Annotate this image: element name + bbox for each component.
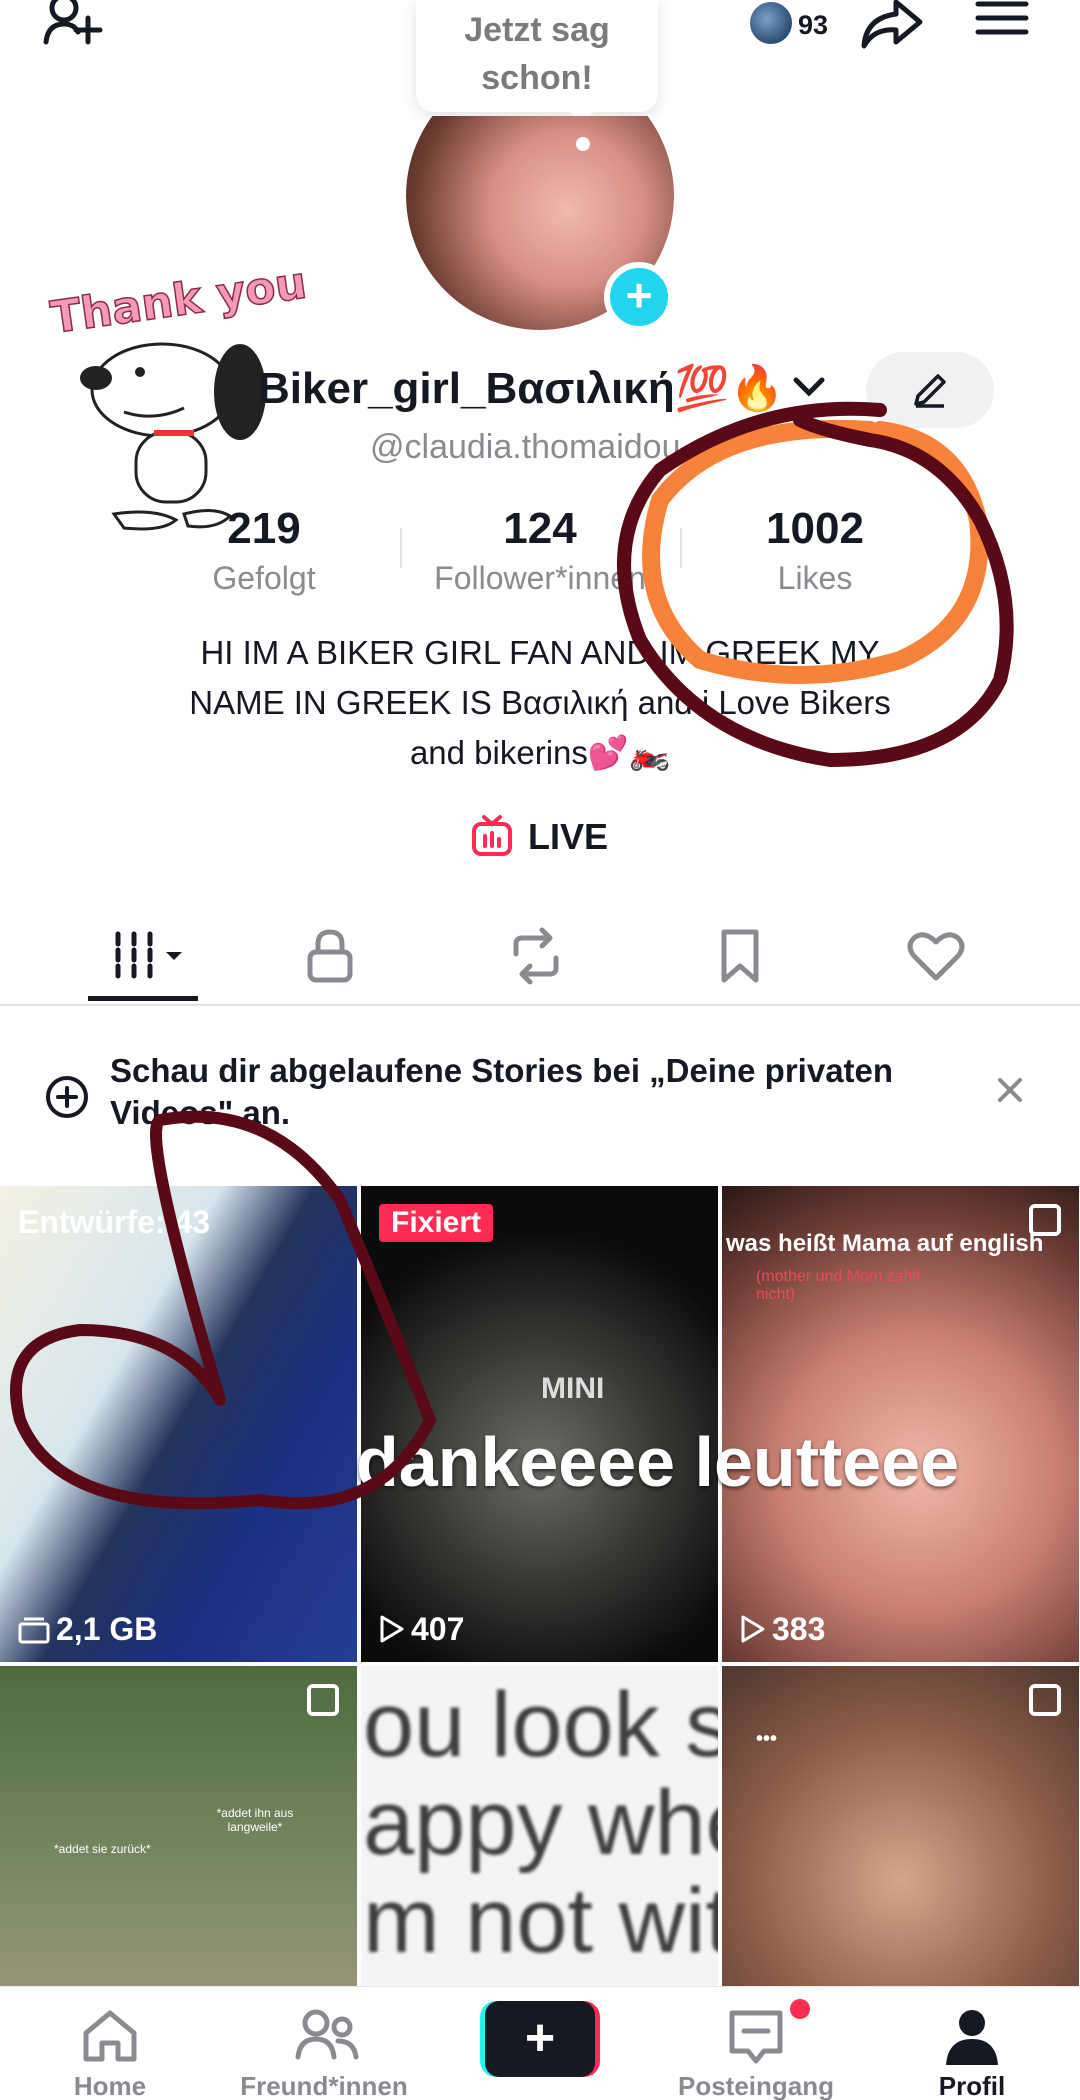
account-switch-chevron-icon[interactable] — [792, 376, 826, 403]
text-line: ou look s — [363, 1674, 718, 1776]
profile-bio: HI IM A BIKER GIRL FAN AND IM GREEK MY N… — [100, 628, 980, 778]
plus-icon: + — [485, 2001, 595, 2077]
tab-liked[interactable] — [906, 926, 986, 996]
nav-friends-label: Freund*innen — [240, 2071, 408, 2100]
profile-icon — [946, 2010, 998, 2065]
more-dots: ••• — [756, 1728, 778, 1750]
view-count: 383 — [740, 1611, 825, 1648]
home-icon — [83, 2010, 137, 2062]
view-count: 407 — [379, 1611, 464, 1648]
edit-profile-button[interactable] — [866, 352, 994, 428]
nav-home-label: Home — [73, 2071, 147, 2100]
pencil-icon — [914, 374, 946, 408]
handwritten-overlay-text: dankeeee leutteee — [356, 1423, 960, 1501]
tooltip-pointer-dot — [576, 137, 590, 151]
drafts-size-value: 2,1 GB — [56, 1611, 158, 1647]
friends-icon — [295, 2009, 359, 2060]
view-count-value: 383 — [772, 1611, 826, 1647]
stat-followers-label: Follower*innen — [434, 560, 646, 596]
close-notice-icon[interactable] — [996, 1076, 1024, 1104]
stat-following-label: Gefolgt — [212, 560, 316, 596]
stat-divider — [680, 528, 682, 568]
live-tv-icon — [472, 815, 512, 856]
video-caption: was heißt Mama auf english — [726, 1230, 1044, 1257]
stat-following-value: 219 — [227, 504, 301, 553]
multi-image-icon — [1029, 1204, 1061, 1236]
stat-following[interactable]: 219 Gefolgt — [154, 500, 374, 598]
nav-inbox[interactable]: Posteingang — [646, 1987, 866, 2100]
inbox-icon — [729, 2010, 783, 2064]
tab-private[interactable] — [300, 926, 380, 996]
videos-grid-icon — [115, 931, 182, 981]
bottom-navigation: Home Freund*innen + Posteingang Profil — [0, 1986, 1080, 2100]
repost-icon — [513, 927, 559, 985]
active-tab-indicator — [88, 996, 198, 1001]
tooltip-bubble: Jetzt sag schon! — [416, 0, 658, 112]
stat-followers[interactable]: 124 Follower*innen — [430, 500, 650, 598]
sticker-text: Thank you — [48, 262, 310, 344]
nav-profile-label: Profil — [938, 2071, 1006, 2100]
share-icon[interactable] — [858, 0, 924, 55]
mini-avatar[interactable] — [748, 0, 794, 46]
stat-likes-label: Likes — [777, 560, 853, 596]
add-user-icon[interactable] — [42, 0, 108, 55]
tab-reposts[interactable] — [506, 926, 586, 996]
add-story-plus-icon[interactable]: + — [604, 262, 674, 332]
nav-friends[interactable]: Freund*innen — [214, 1987, 434, 2100]
photo-tag-right: *addet ihn aus langweile* — [216, 1806, 294, 1834]
bio-line: and bikerins💕🏍️ — [409, 734, 671, 771]
lock-icon — [307, 929, 353, 983]
story-archive-icon — [46, 1076, 88, 1118]
text-line: m not wit — [363, 1870, 718, 1972]
nav-profile[interactable]: Profil — [862, 1987, 1080, 2100]
tab-videos[interactable] — [110, 926, 190, 996]
username-handle[interactable]: @claudia.thomaidou — [370, 428, 680, 467]
multi-image-icon — [307, 1684, 339, 1716]
stat-followers-value: 124 — [503, 504, 577, 553]
profile-name-row: Biker_girl_Βασιλική💯🔥 — [0, 352, 1080, 428]
pinned-badge: Fixiert — [379, 1204, 494, 1242]
mini-avatar-count: 93 — [798, 10, 829, 40]
stories-notice-text: Schau dir abgelaufene Stories bei „Deine… — [110, 1052, 894, 1131]
drafts-caption: Entwürfe: 43 — [18, 1204, 211, 1240]
play-icon — [380, 1615, 404, 1643]
drafts-tile[interactable]: Entwürfe: 43 2,1 GB — [0, 1186, 357, 1662]
heart-icon — [907, 932, 965, 981]
tooltip-text: Jetzt sag schon! — [464, 11, 610, 97]
video-subcaption: (mother und Mom zählt nicht) — [756, 1268, 921, 1303]
create-button[interactable]: + — [480, 2001, 600, 2077]
profile-tabs — [0, 912, 1080, 1006]
view-count-value: 407 — [411, 1611, 465, 1647]
display-name: Biker_girl_Βασιλική💯🔥 — [258, 364, 785, 413]
multi-image-icon — [1029, 1684, 1061, 1716]
bookmark-icon — [721, 929, 759, 983]
tab-saved[interactable] — [710, 926, 790, 996]
live-button[interactable]: LIVE — [470, 814, 608, 860]
nav-inbox-label: Posteingang — [677, 2071, 834, 2100]
stat-likes-value: 1002 — [766, 504, 864, 553]
bio-line: HI IM A BIKER GIRL FAN AND IM GREEK MY — [200, 634, 880, 671]
nav-home[interactable]: Home — [0, 1987, 220, 2100]
stat-divider — [400, 528, 402, 568]
play-icon — [741, 1615, 765, 1643]
inbox-notification-dot — [790, 1999, 810, 2019]
video-inner-text: MINI — [541, 1372, 605, 1405]
storage-icon — [18, 1617, 50, 1644]
stories-notice-banner[interactable]: Schau dir abgelaufene Stories bei „Deine… — [0, 1040, 1080, 1140]
live-label: LIVE — [528, 816, 609, 857]
video-text-overlay: ou look s appy whe m not wit — [363, 1676, 718, 1970]
bio-line: NAME IN GREEK IS Βασιλική and i Love Bik… — [189, 684, 891, 721]
text-line: appy whe — [363, 1772, 718, 1874]
photo-tag-left: *addet sie zurück* — [54, 1842, 151, 1856]
drafts-size: 2,1 GB — [18, 1611, 157, 1648]
menu-icon[interactable] — [974, 0, 1030, 45]
stat-likes[interactable]: 1002 Likes — [705, 500, 925, 598]
